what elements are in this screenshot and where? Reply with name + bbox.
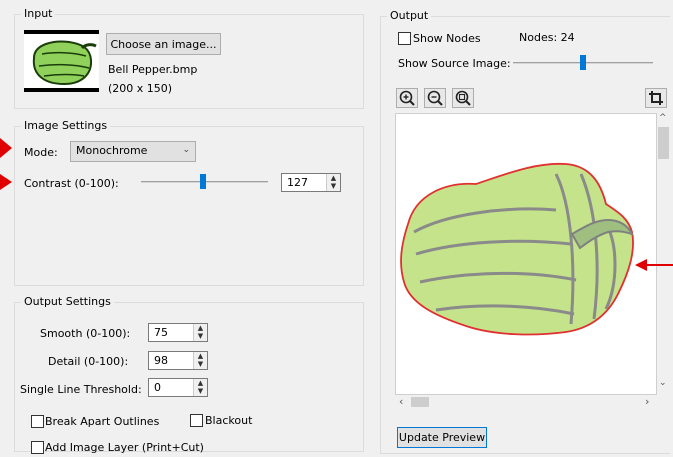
break-apart-checkbox[interactable] [31,415,44,428]
vertical-scroll-thumb[interactable] [658,127,669,159]
update-preview-button[interactable]: Update Preview [397,427,487,448]
scroll-left-icon[interactable]: ‹ [399,395,403,408]
crop-button[interactable] [645,88,667,108]
spin-arrows-icon[interactable]: ▲ ▼ [193,352,207,369]
detail-value: 98 [154,354,168,367]
input-thumbnail [24,30,99,92]
nodes-count: Nodes: 24 [519,31,575,44]
zoom-out-icon [427,90,443,106]
break-apart-label: Break Apart Outlines [45,415,160,428]
zoom-fit-icon [455,90,471,106]
contrast-value: 127 [287,176,308,189]
smooth-spinbox[interactable]: 75 ▲ ▼ [148,323,208,342]
red-arrow-icon [635,259,673,271]
mode-dropdown[interactable]: Monochrome ⌄ [70,141,196,162]
pepper-thumbnail-icon [24,30,99,92]
file-name-label: Bell Pepper.bmp [108,63,198,76]
threshold-value: 0 [154,381,161,394]
pepper-preview-image [400,162,634,336]
zoom-out-button[interactable] [424,88,446,108]
show-source-slider-thumb[interactable] [580,55,586,70]
show-nodes-label: Show Nodes [413,32,481,45]
zoom-fit-button[interactable] [452,88,474,108]
mode-label: Mode: [24,146,58,159]
scroll-up-icon[interactable]: ^ [659,113,667,123]
input-group-title: Input [21,7,56,20]
show-source-label: Show Source Image: [398,57,511,70]
image-settings-title: Image Settings [21,119,111,132]
mode-dropdown-value: Monochrome [76,144,148,157]
zoom-in-button[interactable] [396,88,418,108]
output-preview[interactable] [395,113,657,395]
threshold-spinbox[interactable]: 0 ▲ ▼ [148,378,208,397]
threshold-label: Single Line Threshold: [20,383,142,396]
preview-horizontal-scrollbar[interactable]: ‹ › [395,395,657,409]
red-arrow-icon [0,174,12,190]
spin-arrows-icon[interactable]: ▲ ▼ [326,174,340,191]
chevron-down-icon: ⌄ [182,145,190,155]
blackout-checkbox[interactable] [190,414,203,427]
add-image-layer-checkbox[interactable] [31,441,44,454]
spin-arrows-icon[interactable]: ▲ ▼ [193,379,207,396]
smooth-label: Smooth (0-100): [40,327,131,340]
spin-arrows-icon[interactable]: ▲ ▼ [193,324,207,341]
output-settings-title: Output Settings [21,295,114,308]
detail-label: Detail (0-100): [48,355,129,368]
scroll-down-icon[interactable]: ⌄ [659,378,667,388]
blackout-label: Blackout [205,414,253,427]
red-arrow-icon [0,138,12,158]
add-image-layer-label: Add Image Layer (Print+Cut) [45,441,204,454]
output-group-title: Output [387,9,432,22]
show-nodes-checkbox[interactable] [398,32,411,45]
choose-image-button[interactable]: Choose an image... [106,33,221,55]
scroll-right-icon[interactable]: › [645,395,649,408]
crop-icon [649,91,663,105]
preview-vertical-scrollbar[interactable]: ^ ⌄ [657,113,670,395]
contrast-slider-thumb[interactable] [200,174,206,189]
detail-spinbox[interactable]: 98 ▲ ▼ [148,351,208,370]
contrast-label: Contrast (0-100): [24,177,119,190]
contrast-spinbox[interactable]: 127 ▲ ▼ [281,173,341,192]
zoom-in-icon [399,90,415,106]
horizontal-scroll-thumb[interactable] [411,397,429,407]
image-dimensions-label: (200 x 150) [108,82,173,95]
smooth-value: 75 [154,326,168,339]
